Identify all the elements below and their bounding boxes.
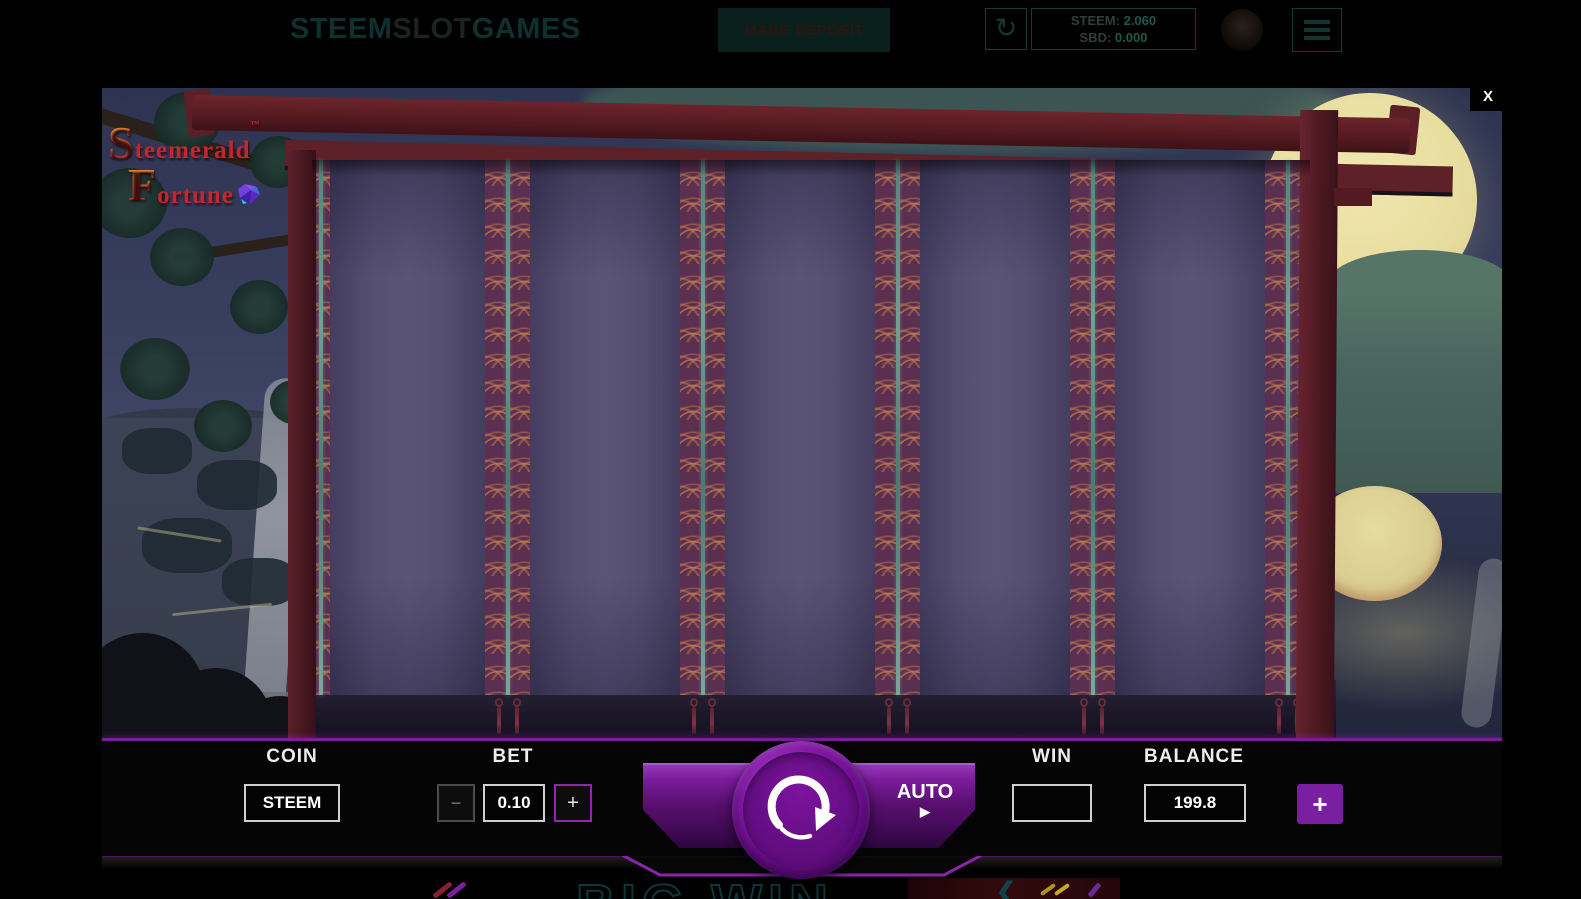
tassel [884,698,894,736]
sbd-balance-row: SBD: 0.000 [1032,29,1195,46]
coin-selector[interactable]: STEEM [244,784,340,822]
auto-button[interactable]: AUTO ▶ [875,780,975,819]
torii-left-pillar [288,150,316,738]
play-triangle-icon: ▶ [920,804,930,819]
bet-value-field[interactable]: 0.10 [483,784,545,822]
reel-curtains [312,160,1310,695]
torii-cross-stub [1334,188,1372,206]
tassel [689,698,699,736]
make-deposit-button[interactable]: MAKE DEPOSIT [718,8,890,52]
pine-cluster [150,228,214,286]
curtain-divider [680,160,725,695]
game-logo: Steemerald™ Fortune [108,120,338,208]
logo-capital: F [128,159,158,210]
reel-curtain-3 [725,160,875,695]
topbar: STEEMSLOTGAMES MAKE DEPOSIT ↻ STEEM: 2.0… [0,0,1581,60]
reel-curtain-4 [920,160,1070,695]
steem-balance-value: 2.060 [1123,13,1157,28]
win-label: WIN [1032,746,1072,767]
auto-label: AUTO [896,781,954,803]
logo-word2: ortune [157,182,234,209]
pine-silhouette [142,518,232,573]
hamburger-icon [1304,28,1330,32]
steem-balance-row: STEEM: 2.060 [1032,12,1195,29]
pine-silhouette [122,428,192,474]
emerald-gem-icon [237,183,261,210]
curtain-divider [875,160,920,695]
pine-cluster [120,338,190,400]
bet-increase-button[interactable]: + [554,784,592,822]
hamburger-icon [1304,20,1330,24]
pine-cluster [230,280,288,334]
reel-curtain-2 [530,160,680,695]
game-logo-line2: Fortune [128,162,338,208]
tassel [902,698,912,736]
refresh-button[interactable]: ↻ [985,8,1027,50]
logo-part-slot: SLOT [392,13,472,45]
menu-button[interactable] [1292,8,1342,52]
wallet-balances: STEEM: 2.060 SBD: 0.000 [1031,8,1196,50]
bet-label: BET [492,746,534,767]
coin-label: COIN [266,746,318,767]
reel-curtain-5 [1115,160,1265,695]
game-modal: Steemerald™ Fortune COIN STEEM BET − 0.1… [102,88,1502,899]
logo-part-games: GAMES [471,13,581,45]
decor-bracket: ❮ [996,878,1017,899]
reel-curtain-1 [330,160,485,695]
tassel [1097,698,1107,736]
curtain-divider [485,160,530,695]
tassel [494,698,504,736]
hamburger-icon [1304,36,1330,40]
win-value-field [1012,784,1092,822]
spin-button[interactable] [732,741,870,879]
site-logo[interactable]: STEEMSLOTGAMES [290,13,581,46]
add-credit-button[interactable]: + [1297,784,1343,824]
tassel [707,698,717,736]
sbd-balance-label: SBD: [1079,30,1112,45]
trademark-symbol: ™ [250,119,261,129]
steem-balance-label: STEEM: [1070,13,1120,28]
pine-cluster [194,400,252,452]
control-bar: COIN STEEM BET − 0.10 + MAX BET AUTO ▶ [102,738,1502,879]
close-x-label: X [1482,88,1493,105]
close-button[interactable]: X [1470,83,1506,111]
game-scene: Steemerald™ Fortune [102,88,1502,738]
tassel [1079,698,1089,736]
bet-decrease-button[interactable]: − [437,784,475,822]
curtain-divider [1070,160,1115,695]
pine-silhouette [197,460,277,510]
tassel [1274,698,1284,736]
pine-silhouette [222,558,297,606]
torii-right-pillar [1295,109,1339,738]
sbd-balance-value: 0.000 [1114,30,1148,45]
circular-arrow-icon [767,775,836,840]
logo-part-steem: STEEM [290,13,393,45]
refresh-icon: ↻ [994,13,1018,43]
balance-label: BALANCE [1144,746,1244,767]
tassel [512,698,522,736]
avatar[interactable] [1221,9,1263,51]
balance-value-field: 199.8 [1144,784,1246,822]
